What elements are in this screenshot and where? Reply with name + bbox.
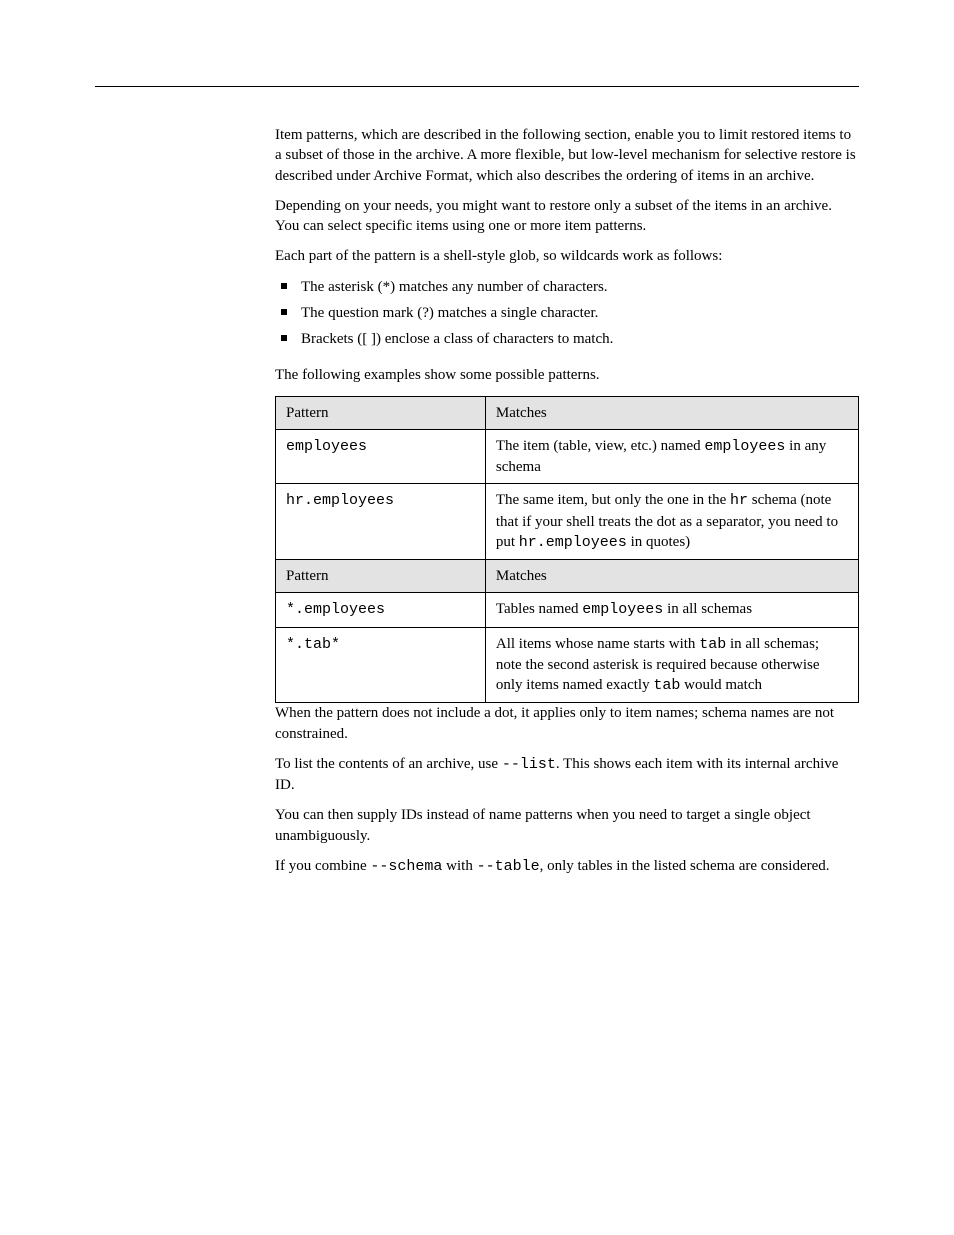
- code-text: --schema: [370, 858, 442, 875]
- bullet-square-icon: [281, 283, 287, 289]
- wildcard-bullet-list: The asterisk (*) matches any number of c…: [275, 277, 859, 350]
- code-text: employees: [704, 438, 785, 455]
- match-text: The item (table, view, etc.) named: [496, 438, 705, 454]
- table-header-pattern: Pattern: [276, 396, 486, 429]
- after-table-paragraph-4: If you combine --schema with --table, on…: [275, 856, 859, 877]
- list-item: The question mark (?) matches a single c…: [275, 303, 859, 323]
- table-row: employees The item (table, view, etc.) n…: [276, 429, 859, 484]
- list-item: The asterisk (*) matches any number of c…: [275, 277, 859, 297]
- match-text: Tables named: [496, 601, 582, 617]
- match-cell: All items whose name starts with tab in …: [485, 627, 858, 703]
- bullet-text: The question mark (?) matches a single c…: [301, 305, 598, 321]
- code-text: employees: [286, 438, 367, 455]
- table-row: hr.employees The same item, but only the…: [276, 484, 859, 560]
- table-header-pattern: Pattern: [276, 560, 486, 593]
- table-header-matches: Matches: [485, 560, 858, 593]
- list-item: Brackets ([ ]) enclose a class of charac…: [275, 329, 859, 349]
- match-text: in all schemas: [663, 601, 752, 617]
- after-table-paragraph-3: You can then supply IDs instead of name …: [275, 805, 859, 846]
- code-text: --table: [477, 858, 540, 875]
- pattern-cell: *.employees: [276, 593, 486, 627]
- bullet-text: The asterisk (*) matches any number of c…: [301, 279, 608, 295]
- match-text: in quotes): [627, 534, 690, 550]
- pre-table-paragraph: The following examples show some possibl…: [275, 365, 859, 385]
- pattern-cell: employees: [276, 429, 486, 484]
- match-cell: The same item, but only the one in the h…: [485, 484, 858, 560]
- intro-paragraph-3: Each part of the pattern is a shell-styl…: [275, 246, 859, 266]
- table-header-row: Pattern Matches: [276, 396, 859, 429]
- match-text: All items whose name starts with: [496, 636, 699, 652]
- bullet-text: Brackets ([ ]) enclose a class of charac…: [301, 331, 613, 347]
- intro-paragraph-1: Item patterns, which are described in th…: [275, 125, 859, 186]
- code-text: *.tab*: [286, 636, 340, 653]
- after-text: , only tables in the listed schema are c…: [540, 858, 830, 874]
- after-text: If you combine: [275, 858, 370, 874]
- code-text: tab: [653, 677, 680, 694]
- intro-paragraph-2: Depending on your needs, you might want …: [275, 196, 859, 237]
- match-cell: Tables named employees in all schemas: [485, 593, 858, 627]
- match-text: would match: [680, 677, 762, 693]
- code-text: *.employees: [286, 601, 385, 618]
- match-cell: The item (table, view, etc.) named emplo…: [485, 429, 858, 484]
- body-text: Item patterns, which are described in th…: [275, 125, 859, 877]
- code-text: --list: [502, 756, 556, 773]
- after-text: with: [442, 858, 476, 874]
- table-header-matches: Matches: [485, 396, 858, 429]
- bullet-square-icon: [281, 309, 287, 315]
- after-table-paragraph-2: To list the contents of an archive, use …: [275, 754, 859, 796]
- match-text: The same item, but only the one in the: [496, 492, 730, 508]
- after-table-paragraph-1: When the pattern does not include a dot,…: [275, 703, 859, 744]
- code-text: hr.employees: [519, 534, 627, 551]
- code-text: hr.employees: [286, 492, 394, 509]
- table-header-row: Pattern Matches: [276, 560, 859, 593]
- code-text: employees: [582, 601, 663, 618]
- code-text: tab: [699, 636, 726, 653]
- code-text: hr: [730, 492, 748, 509]
- bullet-square-icon: [281, 335, 287, 341]
- table-row: *.tab* All items whose name starts with …: [276, 627, 859, 703]
- table-row: *.employees Tables named employees in al…: [276, 593, 859, 627]
- pattern-examples-table: Pattern Matches employees The item (tabl…: [275, 396, 859, 704]
- after-text: To list the contents of an archive, use: [275, 756, 502, 772]
- pattern-cell: hr.employees: [276, 484, 486, 560]
- pattern-cell: *.tab*: [276, 627, 486, 703]
- header-rule: [95, 86, 859, 87]
